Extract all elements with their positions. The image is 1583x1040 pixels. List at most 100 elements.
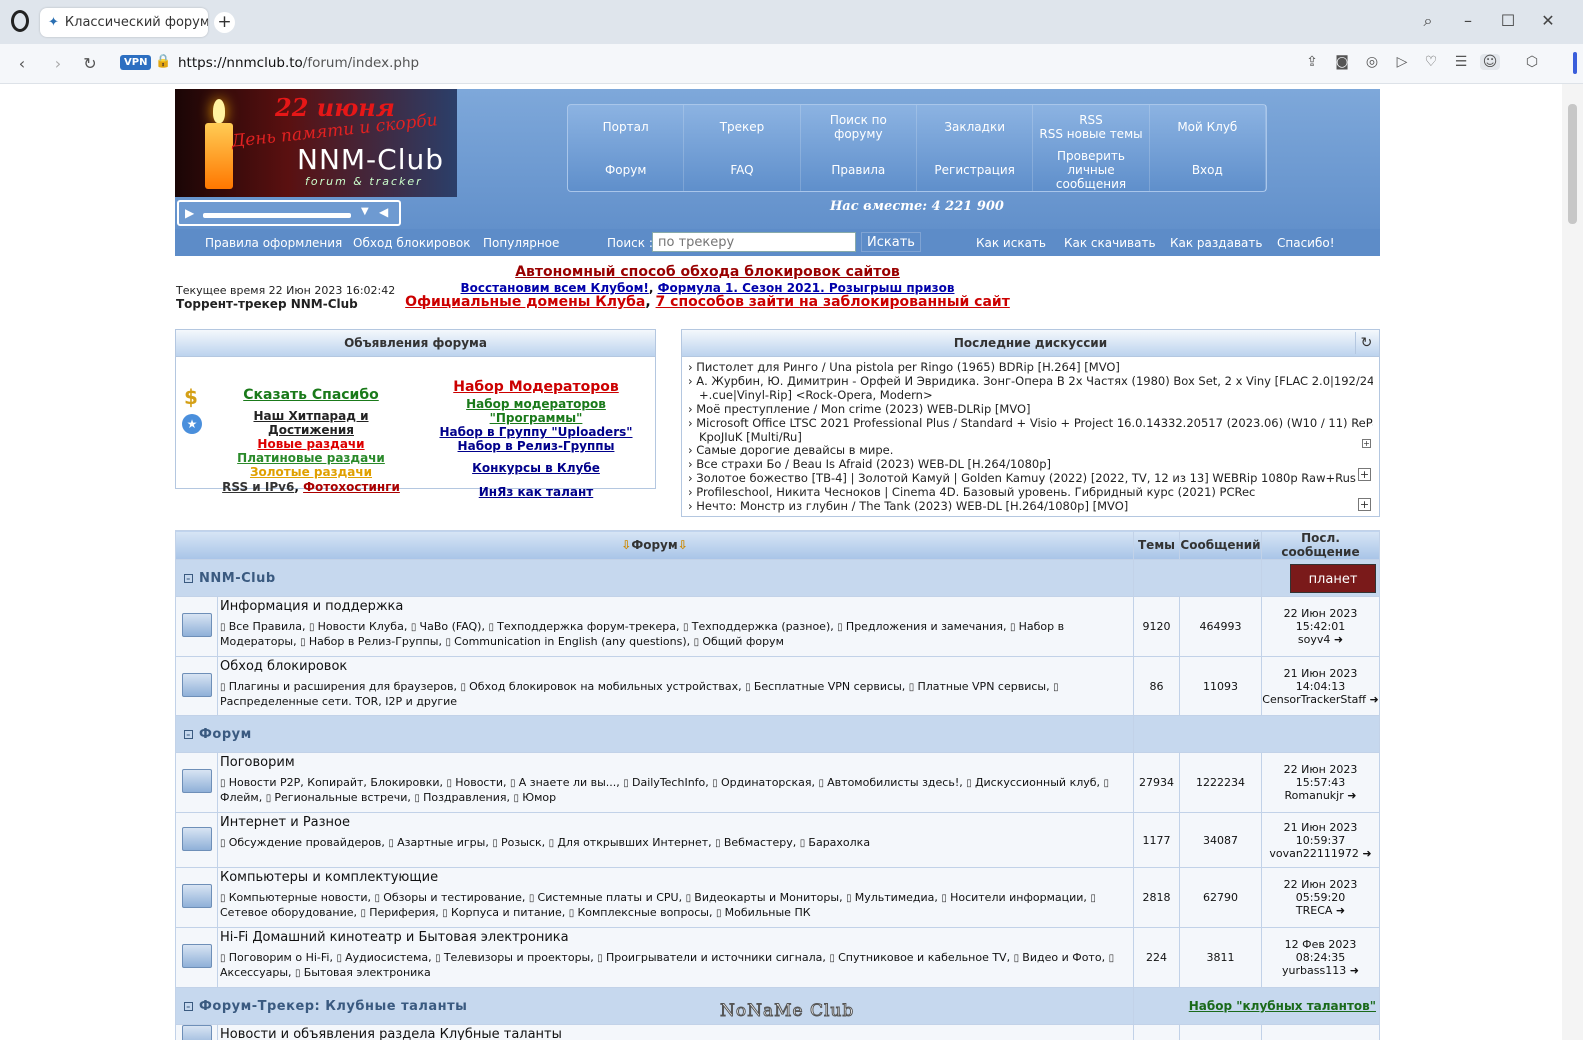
menu-item[interactable]: Регистрация xyxy=(917,148,1034,191)
subforum-link[interactable]: Розыск xyxy=(492,836,541,849)
search-button[interactable]: Искать xyxy=(861,232,921,252)
reload-icon[interactable]: ↻ xyxy=(80,54,100,73)
profile-icon[interactable]: ☺ xyxy=(1480,54,1500,70)
forum-title[interactable]: Новости и объявления раздела Клубные тал… xyxy=(220,1027,1129,1040)
last-post-user[interactable]: TRECA xyxy=(1296,904,1333,917)
discussion-item[interactable]: › Все страхи Бо / Beau Is Afraid (2023) … xyxy=(688,458,1373,472)
camera-icon[interactable]: ◙ xyxy=(1332,54,1352,70)
subforum-link[interactable]: Ординаторская xyxy=(712,776,811,789)
category-nnm-club[interactable]: – NNM-Club xyxy=(175,559,1134,597)
menu-item[interactable]: Правила xyxy=(801,148,917,191)
notice-domains-link[interactable]: Официальные домены Клуба xyxy=(405,294,645,310)
subforum-link[interactable]: Спутниковое и кабельное TV xyxy=(829,951,1006,964)
maximize-button[interactable]: ☐ xyxy=(1497,11,1519,30)
goto-post-icon[interactable]: ➜ xyxy=(1334,633,1343,646)
subforum-link[interactable]: Телевизоры и проекторы xyxy=(435,951,590,964)
subforum-link[interactable]: ЧаВо (FAQ) xyxy=(411,620,482,633)
planet-banner[interactable]: планет xyxy=(1290,563,1376,593)
subforum-link[interactable]: Общий форум xyxy=(694,635,784,648)
col-forum[interactable]: ⇩Форум⇩ xyxy=(175,530,1134,560)
notice-ways-link[interactable]: 7 способов зайти на заблокированный сайт xyxy=(656,294,1010,310)
subforum-link[interactable]: Новости xyxy=(447,776,504,789)
search-input[interactable] xyxy=(652,232,856,252)
subforum-link[interactable]: Проигрыватели и источники сигнала xyxy=(597,951,822,964)
expand-icon[interactable]: + xyxy=(1358,468,1371,481)
subforum-link[interactable]: Барахолка xyxy=(800,836,870,849)
subforum-link[interactable]: Видео и Фото xyxy=(1014,951,1102,964)
photohosting-link[interactable]: Фотохостинги xyxy=(303,480,400,494)
url-field[interactable]: https://nnmclub.to/forum/index.php xyxy=(178,55,419,71)
forum-title[interactable]: Обход блокировок xyxy=(220,659,1129,674)
subforum-link[interactable]: Техподдержка (разное) xyxy=(683,620,830,633)
nav-popular-link[interactable]: Популярное xyxy=(483,236,559,250)
subforum-link[interactable]: А знаете ли вы... xyxy=(510,776,616,789)
nav-bypass-link[interactable]: Обход блокировок xyxy=(353,236,470,250)
discussion-item[interactable]: › Пистолет для Ринго / Una pistola per R… xyxy=(688,361,1373,375)
subforum-link[interactable]: Вебмастеру xyxy=(715,836,793,849)
subforum-link[interactable]: Обзоры и тестирование xyxy=(375,891,522,904)
collapse-icon[interactable]: – xyxy=(184,729,193,739)
moderators-link[interactable]: Набор Модераторов xyxy=(426,380,646,394)
rss-link[interactable]: RSS и IPv6 xyxy=(222,480,294,494)
scrollbar[interactable] xyxy=(1562,84,1583,1040)
subforum-link[interactable]: Дискуссионный клуб xyxy=(966,776,1096,789)
last-post-user[interactable]: soyv4 xyxy=(1298,633,1330,646)
discussion-item[interactable]: +.cue|Vinyl-Rip] <Rock-Opera, Modern> xyxy=(688,389,1373,403)
cube-icon[interactable]: ⬡ xyxy=(1522,54,1542,70)
subforum-link[interactable]: Обход блокировок на мобильных устройства… xyxy=(460,680,738,693)
play-icon[interactable]: ▶ xyxy=(185,206,194,220)
send-icon[interactable]: ▷ xyxy=(1392,54,1412,70)
last-post-user[interactable]: vovan22111972 xyxy=(1269,847,1358,860)
inyaz-link[interactable]: ИнЯз как талант xyxy=(426,485,646,499)
discussion-item[interactable]: KpoJIuK [Multi/Ru] xyxy=(688,431,1373,445)
last-post-user[interactable]: yurbass113 xyxy=(1282,964,1346,977)
say-thanks-link[interactable]: Сказать Спасибо xyxy=(216,388,406,402)
release-groups-link[interactable]: Набор в Релиз-Группы xyxy=(426,439,646,453)
collapse-icon[interactable]: – xyxy=(184,573,193,583)
subforum-link[interactable]: Предложения и замечания xyxy=(837,620,1003,633)
goto-post-icon[interactable]: ➜ xyxy=(1347,789,1356,802)
menu-item[interactable]: Портал xyxy=(568,105,685,148)
subforum-link[interactable]: Бесплатные VPN сервисы xyxy=(745,680,902,693)
subforum-link[interactable]: Communication in English (any questions) xyxy=(445,635,686,648)
goto-post-icon[interactable]: ➜ xyxy=(1336,904,1345,917)
last-post-user[interactable]: Romanukjr xyxy=(1285,789,1344,802)
subforum-link[interactable]: Системные платы и CPU xyxy=(529,891,679,904)
collapse-icon[interactable]: – xyxy=(184,1001,193,1011)
subforum-link[interactable]: DailyTechInfo xyxy=(623,776,705,789)
subforum-link[interactable]: Новости Клуба xyxy=(309,620,404,633)
subforum-link[interactable]: Техподдержка форум-трекера xyxy=(488,620,676,633)
subforum-link[interactable]: Мультимедиа xyxy=(846,891,934,904)
subforum-link[interactable]: Поговорим о Hi-Fi xyxy=(220,951,329,964)
subforum-link[interactable]: Компьютерные новости xyxy=(220,891,368,904)
subforum-link[interactable]: Набор в Релиз-Группы xyxy=(300,635,438,648)
settings-list-icon[interactable]: ☰ xyxy=(1451,54,1471,70)
scrollbar-thumb[interactable] xyxy=(1568,104,1577,224)
forum-title[interactable]: Информация и поддержка xyxy=(220,599,1129,614)
vpn-badge[interactable]: VPN xyxy=(120,55,152,70)
lock-icon[interactable]: 🔒 xyxy=(155,54,171,69)
share-icon[interactable]: ⇪ xyxy=(1302,54,1322,70)
talents-recruit-link[interactable]: Набор "клубных талантов" xyxy=(1133,987,1380,1025)
subforum-link[interactable]: Для открывших Интернет xyxy=(549,836,709,849)
platinum-releases-link[interactable]: Платиновые раздачи xyxy=(216,451,406,465)
discussion-item[interactable]: › Золотое божество [ТВ-4] | Золотой Каму… xyxy=(688,472,1373,486)
browser-tab[interactable]: ✦ Классический форум-тре xyxy=(40,8,208,37)
menu-item[interactable]: Мой Клуб xyxy=(1150,105,1266,148)
menu-item[interactable]: Проверить личные сообщения xyxy=(1033,148,1150,191)
contests-link[interactable]: Конкурсы в Клубе xyxy=(426,461,646,475)
subforum-link[interactable]: Комплексные вопросы xyxy=(569,906,709,919)
mod-programs-link[interactable]: Набор модераторов "Программы" xyxy=(426,397,646,425)
discussion-item[interactable]: › Microsoft Office LTSC 2021 Professiona… xyxy=(688,417,1373,431)
discussion-item[interactable]: › Нечто: Монстр из глубин / The Tank (20… xyxy=(688,500,1373,514)
category-forum[interactable]: – Форум xyxy=(175,715,1134,753)
menu-item[interactable]: Вход xyxy=(1150,148,1266,191)
nav-how-download-link[interactable]: Как скачивать xyxy=(1064,236,1156,250)
subforum-link[interactable]: Мобильные ПК xyxy=(716,906,811,919)
subforum-link[interactable]: Видеокарты и Мониторы xyxy=(686,891,839,904)
new-tab-button[interactable]: + xyxy=(214,12,235,33)
menu-item[interactable]: Форум xyxy=(568,148,685,191)
forum-title[interactable]: Поговорим xyxy=(220,755,1129,770)
goto-post-icon[interactable]: ➜ xyxy=(1362,847,1371,860)
subforum-link[interactable]: Бытовая электроника xyxy=(295,966,431,979)
